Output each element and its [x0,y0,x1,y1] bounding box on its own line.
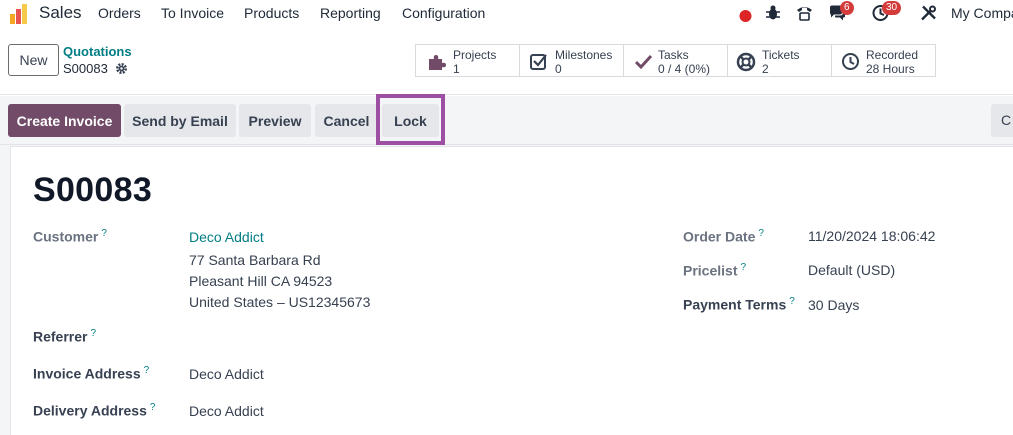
sales-app-icon[interactable] [8,3,30,25]
top-navbar: Sales Orders To Invoice Products Reporti… [0,0,1013,27]
payment-terms-label: Payment Terms? [683,296,795,313]
invoice-address-help-icon[interactable]: ? [144,365,150,376]
order-date-value[interactable]: 11/20/2024 18:06:42 [808,228,935,244]
pricelist-value[interactable]: Default (USD) [808,262,895,278]
payment-terms-help-icon[interactable]: ? [789,296,795,307]
recorded-label: Recorded [866,48,919,62]
chat-badge: 6 [840,1,854,15]
order-date-help-icon[interactable]: ? [758,228,764,239]
customer-help-icon[interactable]: ? [101,228,107,239]
customer-label: Customer? [33,228,107,245]
customer-address-line-1: 77 Santa Barbara Rd [189,252,321,268]
smart-button-projects[interactable]: Projects 1 [415,44,520,77]
debug-bug-icon[interactable] [765,4,781,22]
preview-button[interactable]: Preview [239,104,311,137]
create-invoice-button[interactable]: Create Invoice [8,104,121,137]
send-by-email-button[interactable]: Send by Email [124,104,236,137]
tools-icon[interactable] [920,4,937,22]
app-name[interactable]: Sales [39,3,82,23]
form-sheet [10,146,1013,435]
payment-terms-value[interactable]: 30 Days [808,297,859,313]
referrer-help-icon[interactable]: ? [90,328,96,339]
checkbox-icon [530,54,547,70]
lifebuoy-icon [736,52,756,72]
lock-button-highlight [376,94,445,145]
check-icon [634,54,653,70]
delivery-address-label: Delivery Address? [33,402,156,419]
gear-icon[interactable] [115,62,128,75]
breadcrumb-quotations[interactable]: Quotations [63,44,132,59]
tasks-label: Tasks [658,48,689,62]
menu-products[interactable]: Products [244,5,299,21]
customer-address-line-3: United States – US12345673 [189,294,371,310]
tickets-label: Tickets [762,48,800,62]
company-switcher[interactable]: My Compa [951,5,1013,21]
smart-button-tickets[interactable]: Tickets 2 [727,44,832,77]
new-button[interactable]: New [8,44,59,76]
menu-orders[interactable]: Orders [98,5,141,21]
pricelist-label: Pricelist? [683,262,747,279]
record-title: S00083 [33,171,153,209]
phone-icon[interactable] [795,4,814,22]
milestones-value: 0 [555,62,562,76]
action-bar: Create Invoice Send by Email Preview Can… [0,96,1013,145]
customer-address-line-2: Pleasant Hill CA 94523 [189,273,333,289]
customer-link[interactable]: Deco Addict [189,229,264,245]
tasks-value: 0 / 4 (0%) [658,62,711,76]
smart-button-recorded[interactable]: Recorded 28 Hours [831,44,936,77]
referrer-label: Referrer? [33,328,97,345]
breadcrumb-current: S00083 [63,61,108,76]
order-date-label: Order Date? [683,228,764,245]
clock-icon [842,53,859,70]
delivery-address-help-icon[interactable]: ? [150,402,156,413]
menu-reporting[interactable]: Reporting [320,5,381,21]
smart-button-milestones[interactable]: Milestones 0 [519,44,624,77]
cancel-button[interactable]: Cancel [315,104,378,137]
invoice-address-label: Invoice Address? [33,365,150,382]
smart-button-tasks[interactable]: Tasks 0 / 4 (0%) [623,44,728,77]
puzzle-icon [429,55,446,70]
tickets-value: 2 [762,62,769,76]
projects-label: Projects [453,48,497,62]
activity-badge: 30 [882,1,902,15]
control-panel: New Quotations S00083 Projects 1 Milesto… [0,27,1013,95]
menu-configuration[interactable]: Configuration [402,5,485,21]
overflow-button[interactable]: C [991,104,1013,137]
delivery-address-value[interactable]: Deco Addict [189,403,264,419]
invoice-address-value[interactable]: Deco Addict [189,366,264,382]
projects-value: 1 [453,62,460,76]
record-icon[interactable] [739,7,752,25]
pricelist-help-icon[interactable]: ? [740,262,746,273]
recorded-value: 28 Hours [866,62,915,76]
menu-to-invoice[interactable]: To Invoice [161,5,224,21]
milestones-label: Milestones [555,48,613,62]
